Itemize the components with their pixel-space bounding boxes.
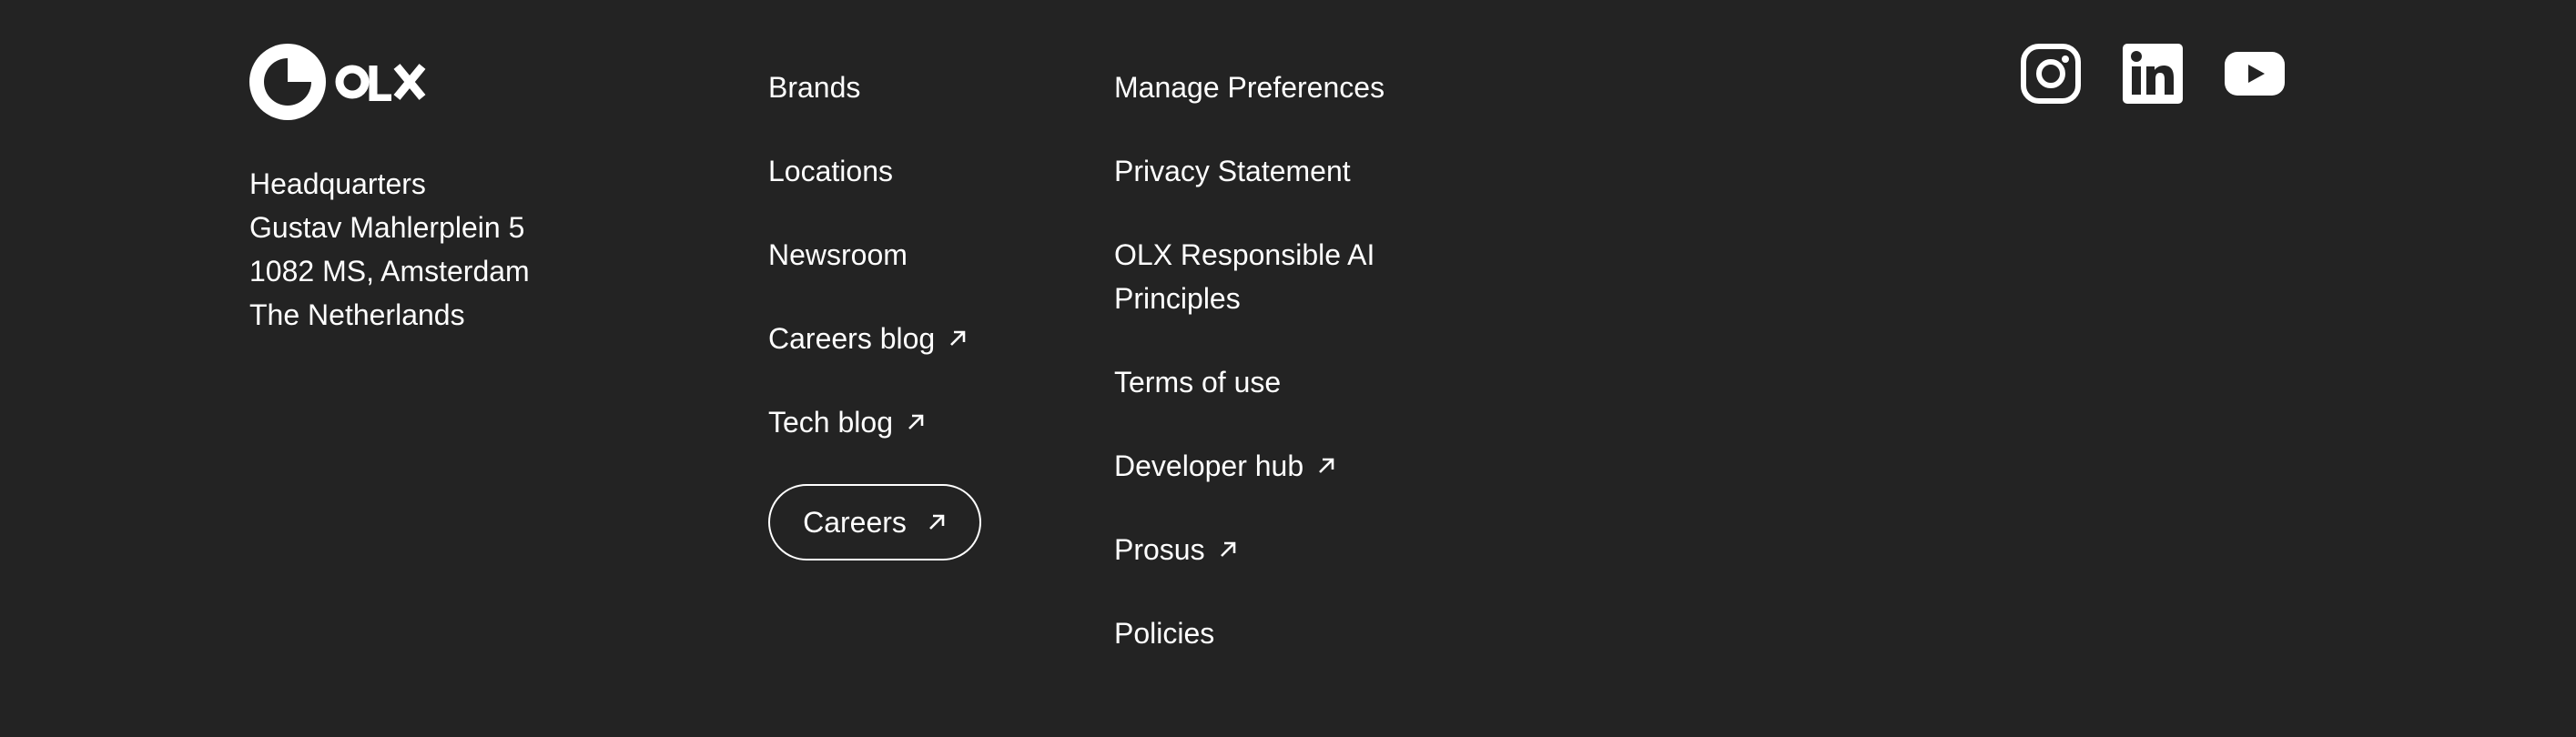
address-line: 1082 MS, Amsterdam	[249, 255, 530, 288]
instagram-link[interactable]	[2021, 44, 2081, 104]
developer-hub-link[interactable]: Developer hub	[1114, 444, 1405, 488]
address-line: Headquarters	[249, 167, 426, 200]
address-line: The Netherlands	[249, 298, 465, 331]
external-arrow-icon	[906, 412, 926, 432]
responsible-ai-principles-link[interactable]: OLX Responsible AI Principles	[1114, 233, 1405, 320]
privacy-statement-link[interactable]: Privacy Statement	[1114, 149, 1405, 193]
youtube-link[interactable]	[2225, 52, 2285, 96]
terms-of-use-link[interactable]: Terms of use	[1114, 360, 1405, 404]
youtube-icon	[2225, 52, 2285, 96]
footer-links-company: Brands Locations Newsroom Careers blog T…	[768, 66, 981, 560]
external-arrow-icon	[1218, 540, 1238, 560]
external-arrow-icon	[927, 512, 947, 532]
olx-logo-mark-icon	[249, 44, 326, 120]
olx-logo-wordmark-icon	[335, 64, 426, 101]
headquarters-address: Headquarters Gustav Mahlerplein 5 1082 M…	[249, 162, 530, 337]
social-links	[2021, 44, 2285, 104]
tech-blog-link[interactable]: Tech blog	[768, 400, 981, 444]
external-arrow-icon	[1316, 456, 1336, 476]
prosus-link[interactable]: Prosus	[1114, 528, 1405, 571]
footer-links-legal: Manage Preferences Privacy Statement OLX…	[1114, 66, 1405, 695]
brands-link[interactable]: Brands	[768, 66, 981, 109]
careers-blog-link[interactable]: Careers blog	[768, 317, 981, 360]
newsroom-link[interactable]: Newsroom	[768, 233, 981, 277]
policies-link[interactable]: Policies	[1114, 611, 1405, 655]
linkedin-link[interactable]	[2123, 44, 2183, 104]
careers-button[interactable]: Careers	[768, 484, 981, 560]
external-arrow-icon	[948, 328, 968, 348]
address-line: Gustav Mahlerplein 5	[249, 211, 525, 244]
locations-link[interactable]: Locations	[768, 149, 981, 193]
manage-preferences-link[interactable]: Manage Preferences	[1114, 66, 1405, 109]
olx-logo[interactable]	[249, 44, 426, 120]
site-footer: Headquarters Gustav Mahlerplein 5 1082 M…	[0, 0, 2576, 737]
linkedin-icon	[2123, 44, 2183, 104]
instagram-icon	[2021, 44, 2081, 104]
